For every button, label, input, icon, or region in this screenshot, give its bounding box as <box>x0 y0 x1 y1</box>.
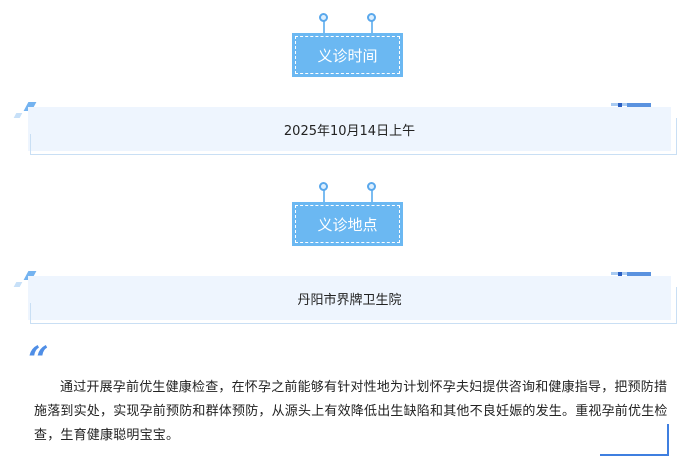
tag-hanger-left <box>323 189 325 203</box>
tag-hanger-left <box>323 20 325 34</box>
card-outline-left <box>30 134 31 154</box>
card-outline <box>30 154 676 155</box>
time-content: 2025年10月14日上午 <box>283 123 416 139</box>
card-slash-decoration-small <box>13 282 23 287</box>
location-card: 丹阳市界牌卫生院 <box>28 276 671 320</box>
quote-icon: “ <box>28 339 49 381</box>
tag-pin-left <box>319 182 328 191</box>
tag-pin-left <box>319 13 328 22</box>
card-slash-decoration-small <box>13 113 23 118</box>
location-content: 丹阳市界牌卫生院 <box>297 292 402 308</box>
card-outline-right <box>676 287 677 324</box>
tag-pin-right <box>367 13 376 22</box>
corner-bracket-horizontal <box>600 454 669 456</box>
corner-bracket-vertical <box>667 424 669 456</box>
time-title: 义诊时间 <box>295 36 400 74</box>
tag-hanger-right <box>371 20 373 34</box>
location-title: 义诊地点 <box>295 205 400 243</box>
card-outline-left <box>30 303 31 323</box>
tag-pin-right <box>367 182 376 191</box>
card-outline-right <box>676 118 677 155</box>
description-text: 通过开展孕前优生健康检查，在怀孕之前能够有针对性地为计划怀孕夫妇提供咨询和健康指… <box>34 380 668 443</box>
card-outline <box>30 323 676 324</box>
tag-hanger-right <box>371 189 373 203</box>
time-title-tag: 义诊时间 <box>292 33 403 77</box>
location-title-tag: 义诊地点 <box>292 202 403 246</box>
time-card: 2025年10月14日上午 <box>28 107 671 151</box>
